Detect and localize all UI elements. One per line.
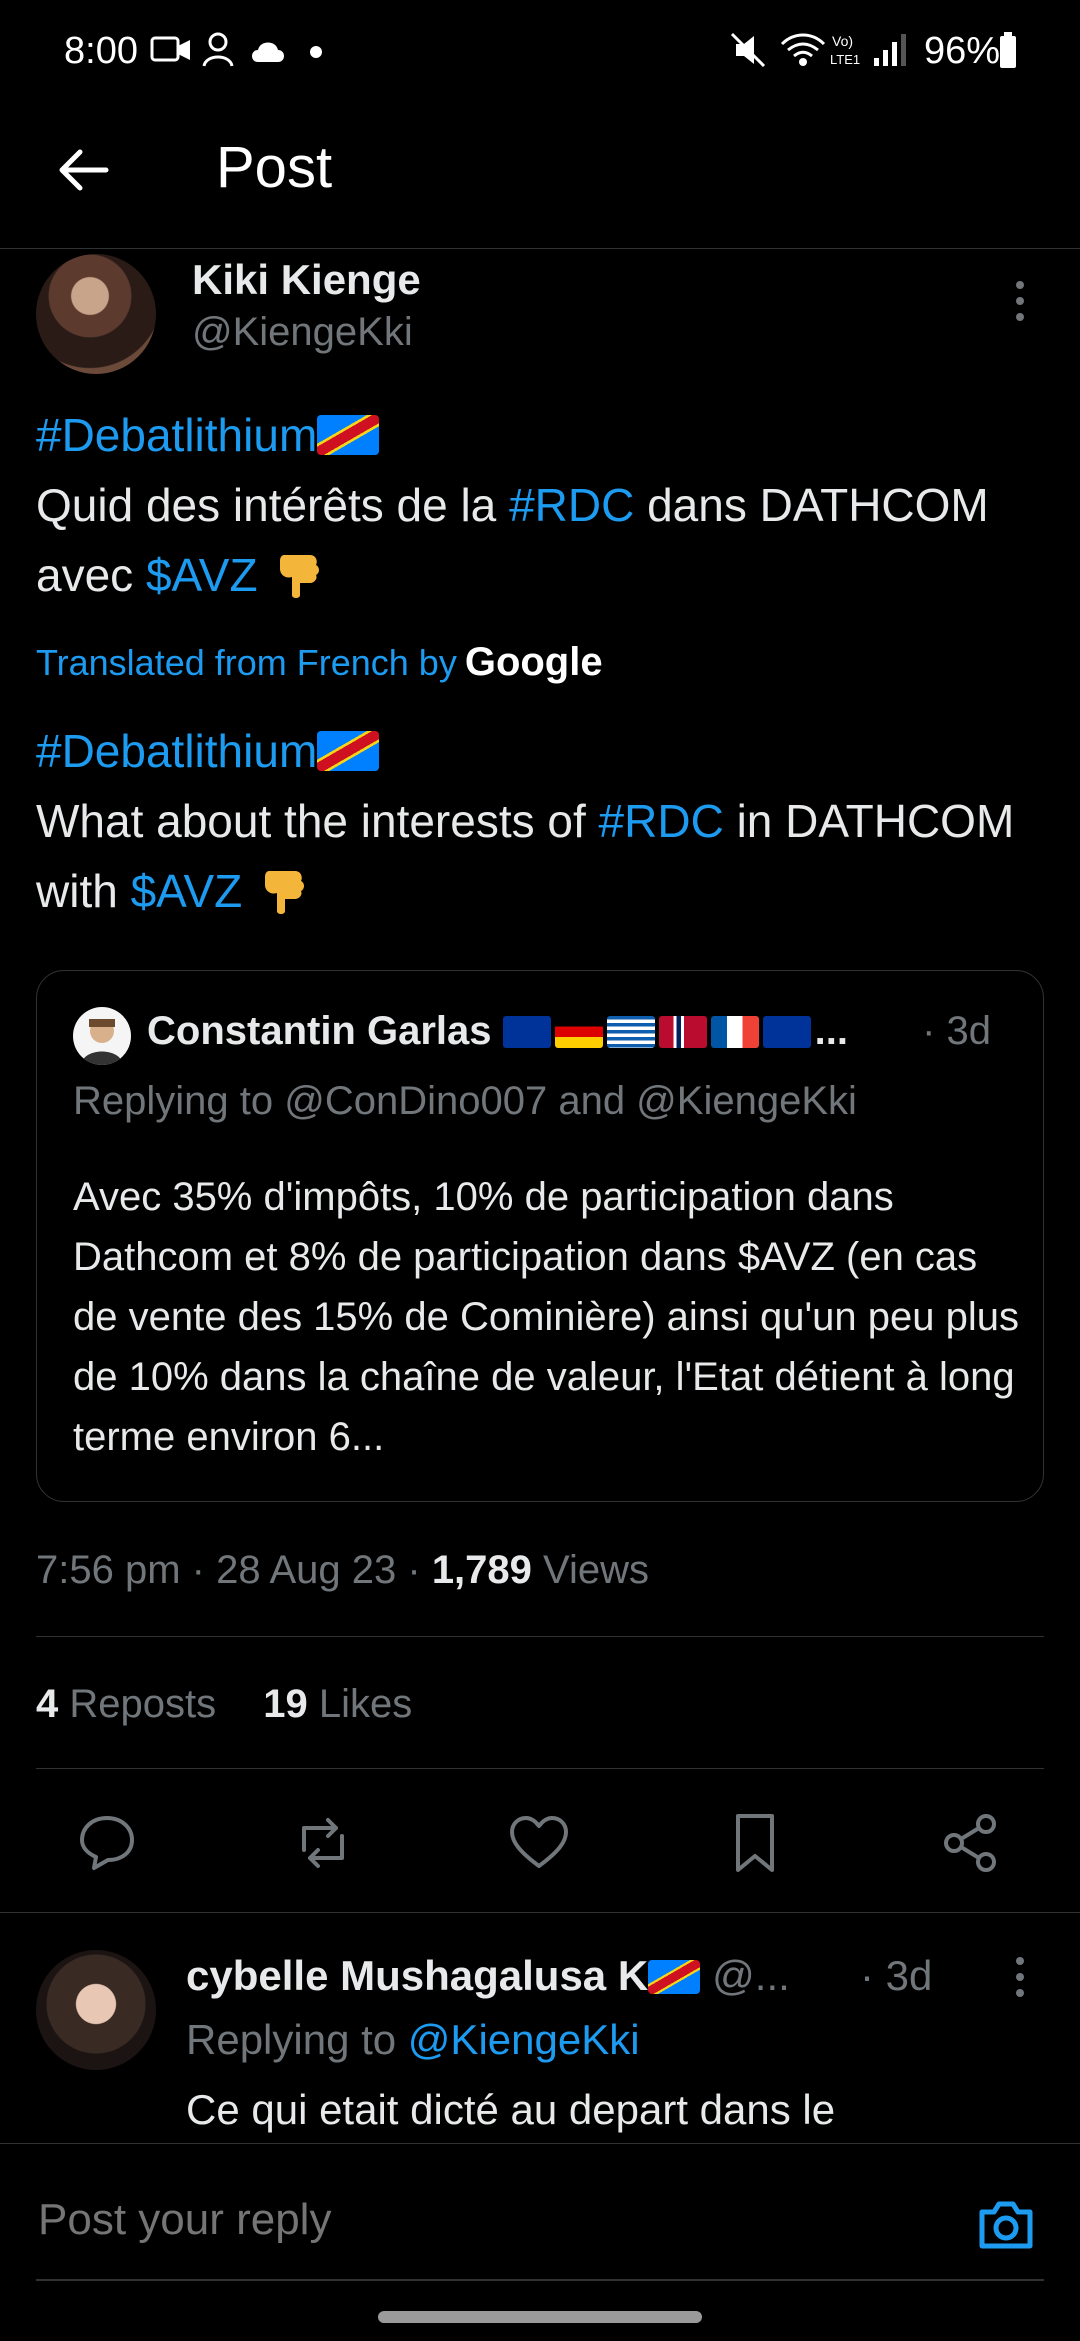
post-timestamp: 7:56 pm · 28 Aug 23 · [36,1548,432,1592]
google-brand: Google [464,640,603,684]
notification-dot-icon [310,46,322,58]
quote-author-row: Constantin Garlas ... [147,1009,848,1054]
cashtag-link[interactable]: $AVZ [131,865,243,917]
camera-icon[interactable] [974,2192,1038,2256]
quote-author-name: Constantin Garlas [147,1009,492,1053]
greece-flag-icon [606,1016,655,1048]
video-call-icon [150,36,190,62]
author-name[interactable]: Kiki Kienge [192,256,421,304]
composer-underline [36,2279,1044,2281]
post-text-segment: Quid des intérêts de la [36,479,510,531]
quote-timestamp: · 3d [922,1009,991,1053]
divider [36,1768,1044,1769]
eu-flag-icon [762,1016,811,1048]
reposts-label: Reposts [58,1682,217,1726]
top-app-bar: Post [0,100,1080,249]
name-truncation: ... [814,1009,848,1053]
svg-text:LTE1: LTE1 [830,52,860,67]
post-meta: 7:56 pm · 28 Aug 23 · 1,789 Views [36,1548,649,1593]
reply-replying-to: Replying to @KiengeKki [186,2016,640,2064]
engagement-stats: 4 Reposts 19 Likes [36,1682,412,1727]
volte-icon: Vo) LTE1 [830,33,860,67]
norway-flag-icon [658,1016,707,1048]
reply-author-name: cybelle Mushagalusa K [186,1952,649,1999]
reply-input[interactable] [36,2194,940,2246]
reply-author-handle: @... [712,1952,790,1999]
author-handle[interactable]: @KiengeKki [192,310,413,355]
views-label: Views [531,1548,650,1592]
drc-flag-icon [317,415,380,455]
author-avatar[interactable] [36,254,156,374]
pointing-down-emoji-icon [265,871,305,914]
quote-body-text: Avec 35% d'impôts, 10% de participation … [73,1175,1020,1459]
signal-icon [874,34,906,66]
status-bar: 8:00 Vo) LTE1 96% [0,0,1080,100]
reply-composer [0,2143,1080,2341]
likes-label: Likes [307,1682,413,1726]
wifi-icon [780,33,826,66]
translation-attribution[interactable]: Translated from French by Google [36,640,603,685]
cashtag-link[interactable]: $AVZ [146,549,258,601]
quote-replying-to: Replying to @ConDino007 and @KiengeKki [73,1079,857,1123]
repost-icon[interactable] [290,1810,356,1876]
reply-icon[interactable] [74,1810,140,1876]
more-options-icon[interactable] [1006,278,1034,324]
post-translated-text: #Debatlithium What about the interests o… [36,716,1046,926]
pointing-down-emoji-icon [280,555,320,598]
france-flag-icon [710,1016,759,1048]
cloud-icon [252,42,284,62]
likes-stat[interactable]: 19 Likes [263,1682,412,1726]
hashtag-link[interactable]: #Debatlithium [36,409,317,461]
divider [36,1636,1044,1637]
mute-icon [730,32,766,68]
home-indicator[interactable] [378,2311,702,2323]
hashtag-link[interactable]: #RDC [509,479,634,531]
like-heart-icon[interactable] [506,1810,572,1876]
translation-label: Translated from French by [36,642,457,683]
page-title: Post [216,135,333,200]
more-options-icon[interactable] [1006,1954,1034,2000]
eu-flag-icon [502,1016,551,1048]
battery-icon [1000,32,1016,68]
hashtag-link[interactable]: #RDC [599,795,724,847]
reply-author-avatar[interactable] [36,1950,156,2070]
share-icon[interactable] [938,1810,1004,1876]
reply-body-text: Ce qui etait dicté au depart dans le [186,2086,836,2133]
bookmark-icon[interactable] [722,1810,788,1876]
status-time: 8:00 [64,30,138,72]
post-original-text: #Debatlithium Quid des intérêts de la #R… [36,400,1046,610]
back-arrow-icon[interactable] [52,138,116,202]
drc-flag-icon [317,731,380,771]
replying-prefix: Replying to [186,2016,408,2063]
views-count: 1,789 [431,1548,532,1592]
reply-author-row[interactable]: cybelle Mushagalusa K @... [186,1952,790,2000]
drc-flag-icon [648,1960,701,1994]
divider [0,1912,1080,1913]
replying-handle-link[interactable]: @KiengeKki [408,2016,640,2063]
quoted-post-card[interactable]: Constantin Garlas ... · 3d Replying to @… [36,970,1044,1502]
reposts-stat[interactable]: 4 Reposts [36,1682,216,1726]
post-text-segment: What about the interests of [36,795,599,847]
quote-author-avatar [73,1007,131,1065]
battery-percent: 96% [923,30,1000,72]
likes-count: 19 [263,1682,308,1726]
person-icon [202,32,234,67]
hashtag-link[interactable]: #Debatlithium [36,725,317,777]
reposts-count: 4 [36,1682,59,1726]
germany-flag-icon [554,1016,603,1048]
svg-text:Vo): Vo) [832,33,853,49]
reply-timestamp: · 3d [860,1952,933,1999]
